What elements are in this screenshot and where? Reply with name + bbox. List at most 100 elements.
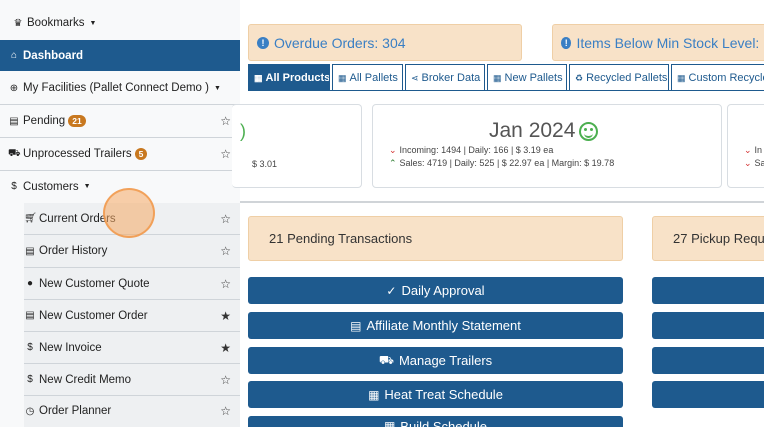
overdue-orders-alert[interactable]: ! Overdue Orders: 304	[248, 24, 522, 61]
build-schedule-button[interactable]: ▦ Build Schedule	[248, 416, 623, 427]
pending-transactions-header: 21 Pending Transactions	[248, 216, 623, 261]
dollar-icon: $	[27, 374, 33, 385]
tab-label: All Products	[265, 72, 330, 84]
pickup-action-button[interactable]	[652, 347, 764, 374]
tab-label: Custom Recycled	[688, 72, 764, 84]
sidebar-item-new-customer-quote[interactable]: ● New Customer Quote ☆	[0, 268, 240, 299]
incoming-stat: ⌄ Incoming: 1494 | Daily: 166 | $ 3.19 ea	[389, 145, 553, 156]
tab-label: Recycled Pallets	[586, 72, 668, 84]
tab-new-pallets[interactable]: ▦ New Pallets	[487, 64, 567, 91]
new-invoice-label: New Invoice	[39, 341, 102, 354]
star-outline-icon[interactable]: ☆	[220, 212, 231, 226]
star-outline-icon[interactable]: ☆	[220, 277, 231, 291]
next-in-text: In	[754, 145, 763, 155]
tab-recycled-pallets[interactable]: ♻ Recycled Pallets	[569, 64, 669, 91]
prev-price: $ 3.01	[252, 159, 278, 169]
pallet-icon: ▦	[493, 72, 502, 83]
customers-label: Customers	[23, 180, 79, 193]
unprocessed-label: Unprocessed Trailers	[23, 148, 132, 160]
cart-icon: 🛒︎	[24, 213, 37, 224]
sidebar-item-order-planner[interactable]: ◷ Order Planner ☆	[0, 396, 240, 426]
file-icon: ▤	[25, 245, 35, 257]
check-icon: ✓	[386, 283, 397, 298]
order-history-label: Order History	[39, 245, 108, 257]
overdue-orders-text: Overdue Orders: 304	[274, 34, 406, 51]
pickup-action-button[interactable]	[652, 312, 764, 339]
sidebar-item-new-credit-memo[interactable]: $ New Credit Memo ☆	[0, 364, 240, 395]
heat-treat-schedule-button[interactable]: ▦ Heat Treat Schedule	[248, 381, 623, 408]
summary-card-prev: ) $ 3.01	[232, 104, 362, 188]
button-label: Heat Treat Schedule	[384, 387, 503, 402]
chevron-down-icon: ⌄	[744, 145, 752, 155]
chevron-up-icon: ⌃	[389, 158, 397, 168]
info-icon: !	[257, 36, 269, 49]
tabs-underline	[248, 90, 764, 91]
trailer-icon: ⛟	[8, 147, 21, 159]
star-outline-icon[interactable]: ☆	[220, 147, 231, 161]
min-stock-text: Items Below Min Stock Level: 1	[576, 34, 764, 51]
smile-icon-partial: )	[240, 121, 246, 141]
clock-icon: ◷	[25, 405, 35, 417]
manage-trailers-button[interactable]: ⛟ Manage Trailers	[248, 347, 623, 374]
pallet-icon: ▦	[677, 72, 686, 83]
new-customer-quote-label: New Customer Quote	[39, 277, 150, 290]
pickup-requests-title: 27 Pickup Requ	[673, 231, 764, 246]
affiliate-monthly-statement-button[interactable]: ▤ Affiliate Monthly Statement	[248, 312, 623, 339]
incoming-text: Incoming: 1494 | Daily: 166 | $ 3.19 ea	[399, 145, 554, 155]
file-icon: ▤	[9, 115, 19, 127]
min-stock-alert[interactable]: ! Items Below Min Stock Level: 1	[552, 24, 764, 61]
pending-label: Pending	[23, 115, 66, 127]
tab-label: All Pallets	[349, 72, 398, 84]
pending-count-badge: 21	[68, 115, 86, 127]
sales-stat: ⌃ Sales: 4719 | Daily: 525 | $ 22.97 ea |…	[389, 158, 614, 169]
new-customer-order-label: New Customer Order	[39, 309, 148, 322]
tab-all-products[interactable]: ▦ All Products	[248, 64, 330, 91]
button-label: Affiliate Monthly Statement	[366, 318, 521, 333]
caret-down-icon: ▼	[83, 183, 91, 190]
section-divider	[240, 201, 764, 203]
star-filled-icon[interactable]: ★	[220, 341, 231, 355]
button-label: Manage Trailers	[398, 353, 493, 368]
new-credit-memo-label: New Credit Memo	[39, 373, 132, 386]
list-alt-icon: ▤	[350, 318, 362, 333]
summary-card-next: ⌄In ⌄Sa	[727, 104, 764, 188]
calendar-icon: ▦	[383, 419, 396, 427]
sidebar-item-pending[interactable]: ▤ Pending 21 ☆	[0, 105, 240, 137]
tab-label: New Pallets	[504, 72, 563, 84]
pickup-action-button[interactable]	[652, 277, 764, 304]
pallet-icon: ▦	[338, 72, 347, 83]
unprocessed-count-badge: 5	[134, 148, 148, 160]
facilities-label: My Facilities (Pallet Connect Demo )	[23, 82, 209, 94]
pickup-action-button[interactable]	[652, 381, 764, 408]
comment-dollar-icon: ●	[26, 278, 34, 289]
tab-label: Broker Data	[421, 72, 481, 84]
share-icon: ⋖	[411, 72, 419, 83]
next-sales-stat: ⌄Sa	[744, 158, 764, 169]
sidebar-item-new-customer-order[interactable]: ▤ New Customer Order ★	[0, 300, 240, 331]
crown-icon: ♛	[13, 17, 23, 29]
star-outline-icon[interactable]: ☆	[220, 244, 231, 258]
star-outline-icon[interactable]: ☆	[220, 404, 231, 418]
sidebar-item-dashboard[interactable]: ⌂ Dashboard	[0, 40, 240, 71]
tab-all-pallets[interactable]: ▦ All Pallets	[332, 64, 403, 91]
star-outline-icon[interactable]: ☆	[220, 114, 231, 128]
sidebar-item-new-invoice[interactable]: $ New Invoice ★	[0, 332, 240, 363]
star-filled-icon[interactable]: ★	[220, 309, 231, 323]
next-incoming-stat: ⌄ In	[744, 145, 762, 156]
home-icon: ⌂	[10, 50, 18, 61]
daily-approval-button[interactable]: ✓ Daily Approval	[248, 277, 623, 304]
dollar-icon: $	[11, 181, 17, 192]
pending-transactions-title: 21 Pending Transactions	[269, 231, 413, 246]
smile-icon	[579, 121, 599, 141]
tab-custom-recycled[interactable]: ▦ Custom Recycled	[671, 64, 764, 91]
caret-down-icon: ▼	[213, 84, 221, 92]
sidebar-item-facilities[interactable]: ⊕ My Facilities (Pallet Connect Demo ) ▼	[0, 72, 240, 104]
sidebar-item-unprocessed-trailers[interactable]: ⛟ Unprocessed Trailers 5 ☆	[0, 138, 240, 170]
bookmarks-menu[interactable]: ♛ Bookmarks ▼	[0, 13, 240, 33]
sales-text: Sales: 4719 | Daily: 525 | $ 22.97 ea | …	[399, 158, 615, 168]
star-outline-icon[interactable]: ☆	[220, 373, 231, 387]
tab-broker-data[interactable]: ⋖ Broker Data	[405, 64, 485, 91]
dollar-icon: $	[27, 342, 33, 353]
trailer-icon: ⛟	[378, 352, 394, 367]
sidebar-item-order-history[interactable]: ▤ Order History ☆	[0, 235, 240, 267]
